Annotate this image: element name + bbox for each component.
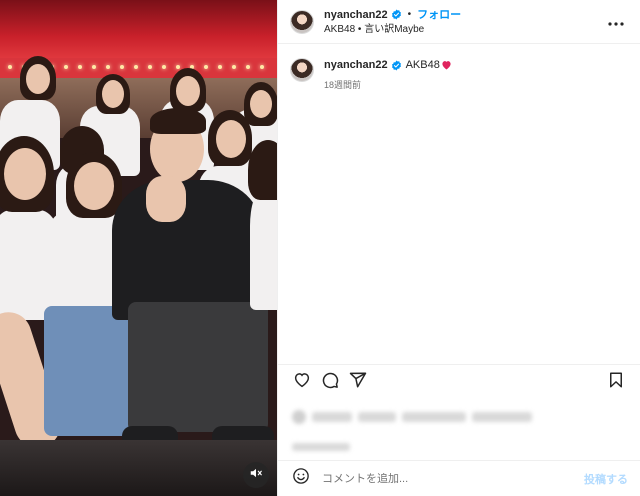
red-heart-emoji-icon — [441, 60, 452, 70]
caption-username-link[interactable]: nyanchan22 — [324, 58, 388, 72]
header-separator: • — [407, 8, 412, 20]
bookmark-icon — [608, 371, 624, 394]
paper-plane-icon — [349, 371, 367, 394]
avatar[interactable] — [290, 9, 314, 34]
comment-button[interactable] — [316, 369, 344, 397]
smiley-icon — [292, 467, 310, 490]
caption-timestamp: 18週間前 — [324, 80, 362, 90]
post-comment-button[interactable]: 投稿する — [584, 471, 628, 487]
like-button[interactable] — [288, 369, 316, 397]
header-username-link[interactable]: nyanchan22 — [324, 8, 388, 22]
post-header: nyanchan22 • フォロー AKB48 • 言い訳Maybe — [278, 0, 640, 44]
comment-bubble-icon — [321, 371, 339, 394]
mute-toggle-button[interactable] — [243, 462, 269, 488]
caption-text: AKB48 — [405, 59, 440, 71]
more-horizontal-icon — [608, 13, 624, 31]
group-photo — [0, 56, 277, 454]
speaker-muted-icon — [249, 466, 263, 485]
heart-outline-icon — [293, 371, 311, 394]
follow-button[interactable]: フォロー — [417, 8, 461, 22]
action-bar — [278, 364, 640, 400]
verified-badge-icon — [391, 59, 402, 71]
instagram-post: nyanchan22 • フォロー AKB48 • 言い訳Maybe nyanc… — [0, 0, 640, 496]
post-date-blurred — [278, 434, 640, 460]
caption-avatar[interactable] — [290, 58, 314, 82]
stage-arch — [0, 0, 277, 60]
verified-badge-icon — [391, 9, 402, 20]
comment-input[interactable] — [322, 472, 584, 485]
post-side-panel: nyanchan22 • フォロー AKB48 • 言い訳Maybe nyanc… — [277, 0, 640, 496]
stage-floor — [0, 440, 277, 496]
comment-box: 投稿する — [278, 460, 640, 496]
likes-summary-blurred — [278, 400, 640, 434]
more-options-button[interactable] — [604, 10, 628, 34]
share-button[interactable] — [344, 369, 372, 397]
audio-subtitle-link[interactable]: AKB48 • 言い訳Maybe — [324, 24, 461, 36]
caption-section: nyanchan22 AKB48 18週間前 — [278, 44, 640, 364]
save-button[interactable] — [602, 369, 630, 397]
emoji-picker-button[interactable] — [290, 468, 312, 490]
post-media[interactable] — [0, 0, 277, 496]
